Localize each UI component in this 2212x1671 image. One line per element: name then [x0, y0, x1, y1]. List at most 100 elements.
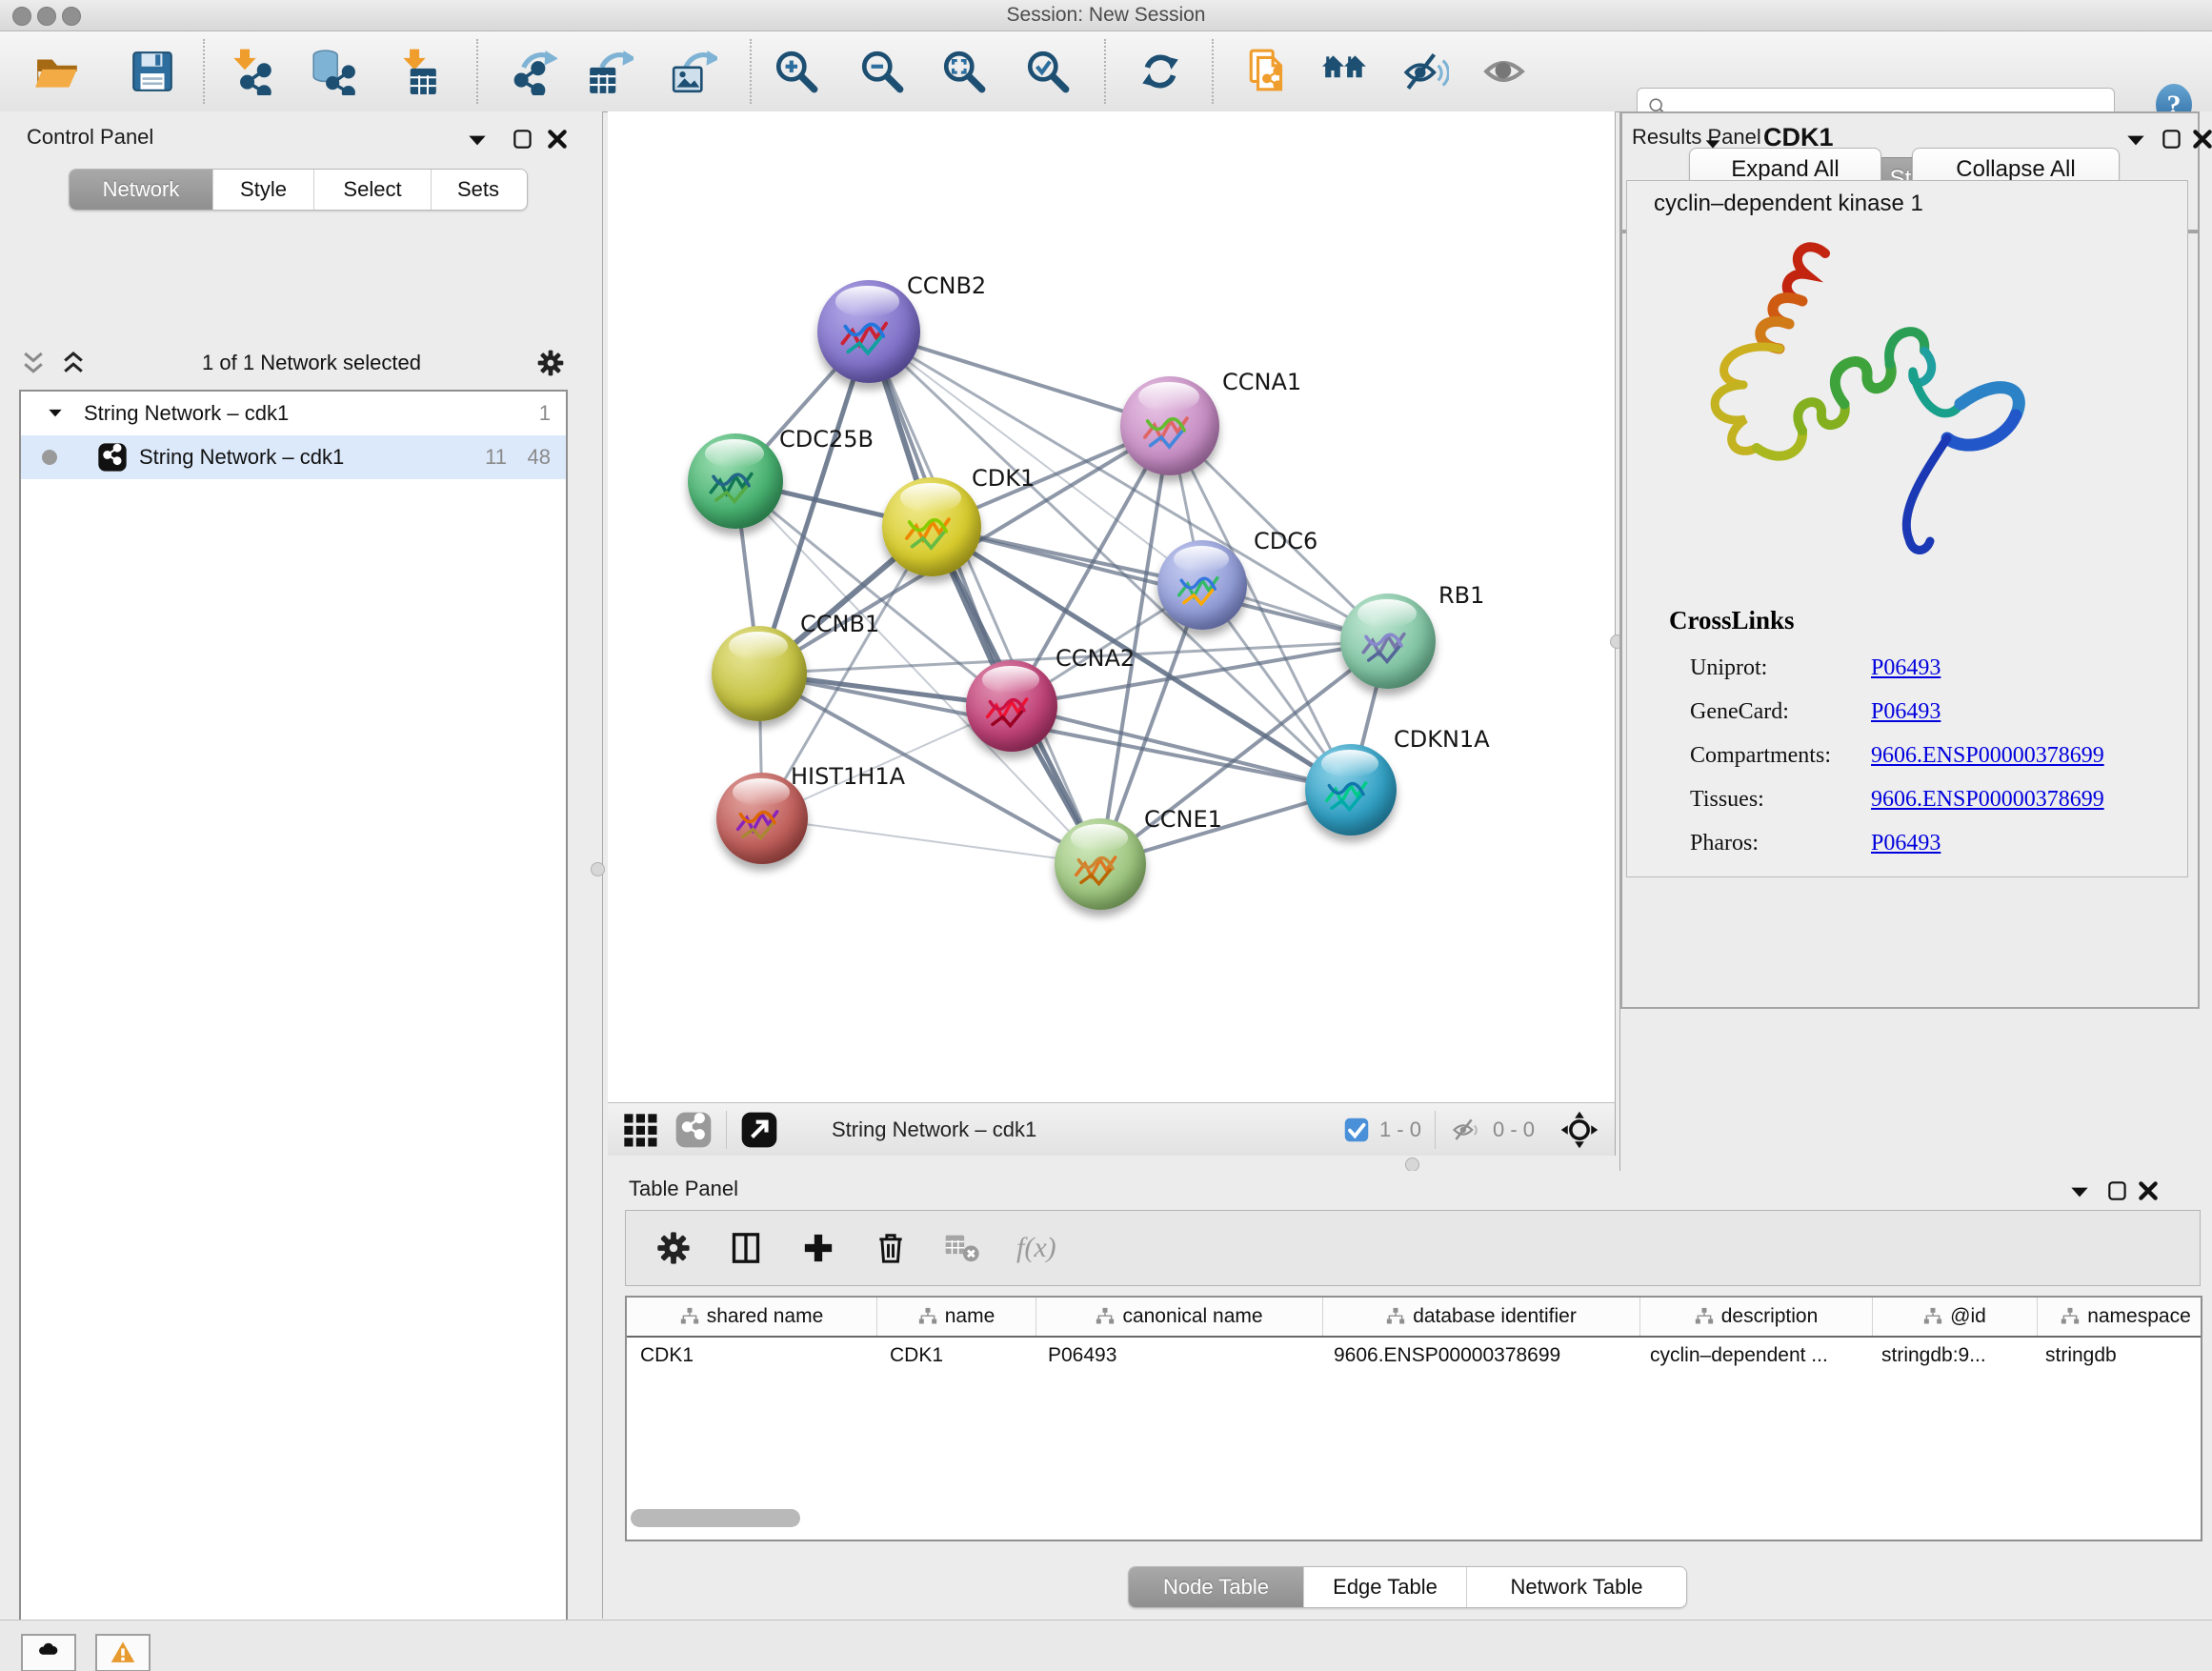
- horizontal-scrollbar[interactable]: [631, 1509, 800, 1527]
- collapse-all-icon[interactable]: [19, 349, 48, 377]
- protein-thumbnail: [701, 458, 768, 511]
- network-status-dot: [42, 450, 57, 465]
- node-CCNA1[interactable]: [1120, 376, 1219, 475]
- clone-network-button[interactable]: [1245, 48, 1293, 95]
- cloud-status-button[interactable]: [21, 1634, 76, 1671]
- column-header-namespace[interactable]: namespace: [2038, 1298, 2202, 1336]
- tab-sets[interactable]: Sets: [431, 170, 525, 210]
- crosslink-link[interactable]: P06493: [1871, 655, 1941, 681]
- network-tree: String Network – cdk1 1 String Network –…: [19, 390, 568, 1671]
- node-CDC25B[interactable]: [688, 433, 783, 529]
- protein-thumbnail: [1067, 842, 1131, 893]
- zoom-selected-button[interactable]: [1024, 48, 1072, 95]
- column-header-canonical-name[interactable]: canonical name: [1036, 1298, 1323, 1336]
- table-cell[interactable]: CDK1: [876, 1344, 1035, 1367]
- warnings-button[interactable]: [95, 1634, 151, 1671]
- table-cell[interactable]: cyclin–dependent ...: [1637, 1344, 1868, 1367]
- column-header-description[interactable]: description: [1640, 1298, 1873, 1336]
- float-table-icon[interactable]: [2105, 1178, 2130, 1203]
- crosslink-link[interactable]: P06493: [1871, 831, 1941, 856]
- cdk1-collapse-icon[interactable]: [1702, 134, 1723, 155]
- node-CDKN1A[interactable]: [1305, 744, 1397, 836]
- birdseye-grid-icon[interactable]: [621, 1111, 659, 1149]
- float-results-icon[interactable]: [2160, 127, 2184, 151]
- table-cell[interactable]: stringdb: [2032, 1344, 2202, 1367]
- expand-all-icon[interactable]: [59, 349, 88, 377]
- crosslink-link[interactable]: 9606.ENSP00000378699: [1871, 787, 2104, 813]
- hidden-eye-icon[interactable]: [1449, 1116, 1483, 1144]
- zoom-fit-button[interactable]: [940, 48, 988, 95]
- close-results-icon[interactable]: [2190, 127, 2212, 151]
- delete-column-icon[interactable]: [872, 1229, 910, 1267]
- crosslink-link[interactable]: P06493: [1871, 699, 1941, 725]
- node-CDC6[interactable]: [1157, 540, 1247, 630]
- results-menu-icon[interactable]: [2123, 129, 2148, 153]
- tab-edge-table[interactable]: Edge Table: [1303, 1567, 1466, 1607]
- close-panel-icon[interactable]: [545, 127, 570, 151]
- tab-node-table[interactable]: Node Table: [1129, 1567, 1303, 1607]
- toolbar-separator: [750, 39, 752, 104]
- collection-expand-icon[interactable]: [46, 404, 65, 423]
- left-splitter-grip[interactable]: [591, 862, 605, 876]
- apply-layout-button[interactable]: [1136, 48, 1184, 95]
- network-row[interactable]: String Network – cdk1 11 48: [21, 435, 566, 479]
- panel-menu-icon[interactable]: [465, 129, 490, 153]
- node-label-CCNB1: CCNB1: [800, 611, 879, 637]
- open-external-icon[interactable]: [740, 1111, 778, 1149]
- open-session-button[interactable]: [33, 48, 81, 95]
- node-table[interactable]: shared namenamecanonical namedatabase id…: [625, 1296, 2202, 1541]
- edge-CCNE1-HIST1H1A[interactable]: [762, 818, 1100, 864]
- node-CCNB1[interactable]: [712, 626, 807, 721]
- export-network-button[interactable]: [510, 48, 557, 95]
- column-header-database-identifier[interactable]: database identifier: [1323, 1298, 1640, 1336]
- table-cell[interactable]: stringdb:9...: [1868, 1344, 2032, 1367]
- string-home-button[interactable]: [1321, 48, 1369, 95]
- tab-style[interactable]: Style: [212, 170, 313, 210]
- network-node-count: 11: [485, 445, 507, 470]
- protein-thumbnail: [1354, 618, 1420, 671]
- column-header-at-id[interactable]: @id: [1873, 1298, 2038, 1336]
- network-options-gear-icon[interactable]: [535, 348, 566, 378]
- node-RB1[interactable]: [1340, 594, 1436, 689]
- crosslinks-title: CrossLinks: [1669, 606, 1795, 635]
- crosslink-link[interactable]: 9606.ENSP00000378699: [1871, 743, 2104, 769]
- protein-thumbnail: [1317, 768, 1381, 818]
- table-menu-icon[interactable]: [2067, 1180, 2092, 1205]
- column-header-shared-name[interactable]: shared name: [627, 1298, 877, 1336]
- import-table-button[interactable]: [393, 48, 441, 95]
- network-collection-row[interactable]: String Network – cdk1 1: [21, 392, 566, 435]
- crosslink-row: Tissues:9606.ENSP00000378699: [1690, 777, 2166, 821]
- add-column-icon[interactable]: [799, 1229, 837, 1267]
- node-CDK1[interactable]: [882, 477, 981, 576]
- node-CCNE1[interactable]: [1055, 818, 1146, 910]
- table-cell[interactable]: P06493: [1035, 1344, 1320, 1367]
- tab-select[interactable]: Select: [313, 170, 431, 210]
- zoom-in-button[interactable]: [773, 48, 820, 95]
- fit-content-icon[interactable]: [1559, 1110, 1599, 1150]
- export-image-button[interactable]: [670, 48, 717, 95]
- selected-nodes-checkbox[interactable]: [1343, 1117, 1370, 1143]
- show-panel-button[interactable]: [1481, 48, 1529, 95]
- close-table-icon[interactable]: [2136, 1178, 2161, 1203]
- network-share-icon[interactable]: [674, 1111, 713, 1149]
- column-header-name[interactable]: name: [877, 1298, 1036, 1336]
- import-network-from-database-button[interactable]: [310, 48, 357, 95]
- zoom-out-button[interactable]: [858, 48, 906, 95]
- column-label: namespace: [2087, 1305, 2191, 1328]
- tab-network[interactable]: Network: [70, 170, 212, 210]
- float-panel-icon[interactable]: [511, 127, 535, 151]
- table-cell[interactable]: CDK1: [627, 1344, 876, 1367]
- horizontal-splitter-grip[interactable]: [1405, 1158, 1419, 1172]
- show-columns-icon[interactable]: [727, 1229, 765, 1267]
- export-table-button[interactable]: [586, 48, 633, 95]
- table-cell[interactable]: 9606.ENSP00000378699: [1320, 1344, 1637, 1367]
- node-CCNB2[interactable]: [817, 280, 920, 383]
- table-options-gear-icon[interactable]: [654, 1229, 693, 1267]
- crosslink-label: Compartments:: [1690, 743, 1871, 769]
- node-CCNA2[interactable]: [966, 660, 1057, 752]
- import-network-button[interactable]: [226, 48, 273, 95]
- save-session-button[interactable]: [129, 48, 176, 95]
- tab-network-table[interactable]: Network Table: [1466, 1567, 1686, 1607]
- hide-selected-button[interactable]: [1401, 48, 1449, 95]
- network-view-canvas[interactable]: CCNB2CCNA1CDC25BCDK1CDC6RB1CCNB1CCNA2CDK…: [608, 111, 1616, 1102]
